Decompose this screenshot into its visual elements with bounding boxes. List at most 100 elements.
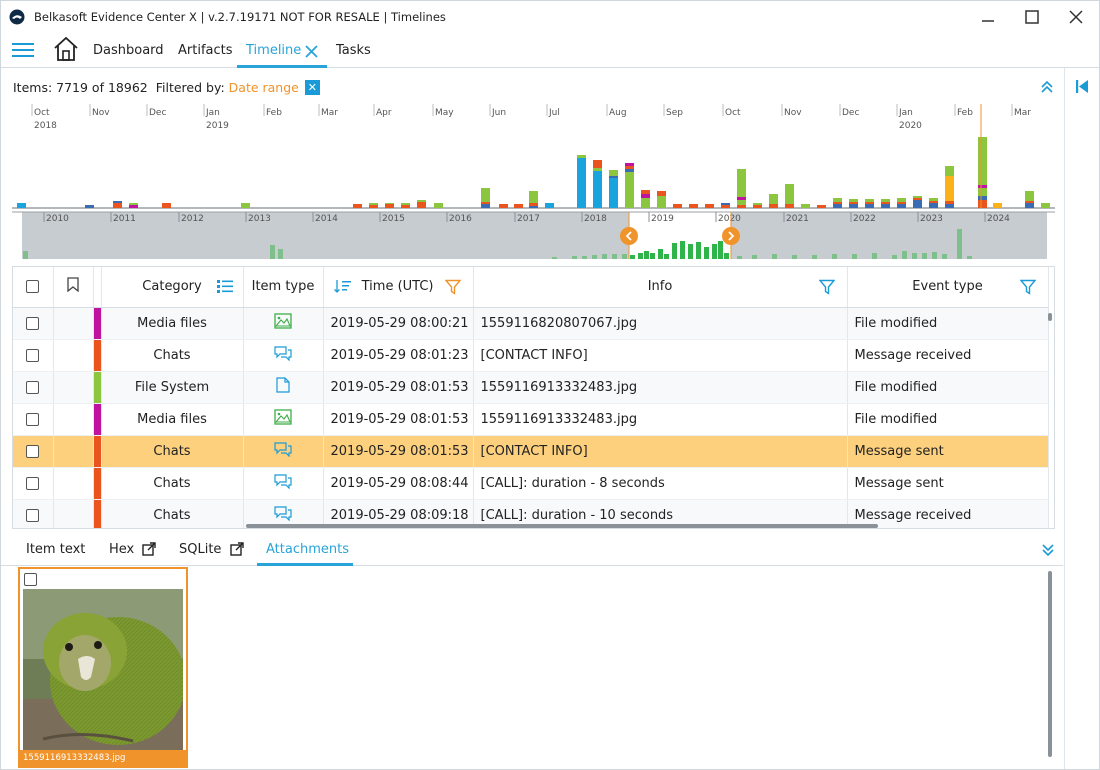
kakapo-image[interactable] [23,589,183,750]
tab-attachments[interactable]: Attachments [266,542,349,557]
row-bookmark-cell[interactable] [53,307,94,340]
tab-sqlite[interactable]: SQLite [179,542,221,557]
chevron-right-icon[interactable] [722,227,740,245]
row-bookmark-cell[interactable] [53,467,94,500]
home-icon[interactable] [53,36,79,62]
minimize-button[interactable] [973,5,1003,29]
attachment-thumbnail[interactable]: 1559116913332483.jpg [18,567,188,768]
range-left-handle[interactable] [620,227,638,245]
range-right-handle[interactable] [722,227,740,245]
timeline-bar-segment [945,176,954,201]
tab-timeline[interactable]: Timeline [246,43,301,58]
external-open-icon[interactable] [142,542,156,556]
item-type-header[interactable]: Item type [243,267,324,308]
category-color-header [93,267,102,308]
row-bookmark-cell[interactable] [53,435,94,468]
row-checkbox[interactable] [26,444,40,458]
category-color-bar [93,403,102,436]
row-bookmark-cell[interactable] [53,403,94,436]
timeline-bar-segment [481,204,490,208]
hamburger-menu-icon[interactable] [12,42,34,58]
remove-filter-icon[interactable]: ✕ [304,80,320,95]
timeline-bar-segment [689,204,698,208]
panel-collapse-icon[interactable] [1076,80,1089,93]
select-all-checkbox[interactable] [26,280,40,294]
tab-tasks[interactable]: Tasks [336,43,371,58]
table-row[interactable]: Chats 2019-05-29 08:08:44 [CALL]: duration… [13,467,1049,500]
chat-icon [274,442,292,461]
table-row[interactable]: Chats 2019-05-29 08:01:23 [CONTACT INFO] Me… [13,339,1049,372]
filter-active-icon[interactable] [444,279,461,295]
row-select-cell[interactable] [13,499,54,528]
attachment-checkbox[interactable] [24,573,37,586]
info-cell: 1559116913332483.jpg [473,403,848,436]
bookmark-header[interactable] [53,267,94,308]
row-select-cell[interactable] [13,467,54,500]
overview-density-bar [552,257,557,259]
chevron-left-icon[interactable] [620,227,638,245]
row-checkbox[interactable] [26,508,40,522]
timeline-bar-segment [113,203,122,208]
month-label: Mar [1014,108,1031,118]
overview-density-bar [852,254,857,259]
event-type-header[interactable]: Event type [847,267,1049,308]
time-header[interactable]: Time (UTC) [323,267,474,308]
bookmark-icon[interactable] [67,277,79,293]
row-checkbox[interactable] [26,476,40,490]
maximize-button[interactable] [1017,5,1047,29]
timeline-chart[interactable]: Oct 2018 Nov Dec Jan 2019 Feb Mar Apr May Jun Jul Au… [12,104,1055,260]
table-row[interactable]: Media files 2019-05-29 08:00:21 1559116820… [13,307,1049,340]
row-select-cell[interactable] [13,339,54,372]
category-header[interactable]: Category [101,267,244,308]
row-checkbox[interactable] [26,348,40,362]
list-view-icon[interactable] [216,280,233,293]
row-bookmark-cell[interactable] [53,499,94,528]
attachments-scrollbar[interactable] [1048,571,1052,757]
timeline-bar-segment [978,188,987,196]
row-select-cell[interactable] [13,307,54,340]
overview-density-bar [712,244,717,259]
events-grid: Category Item type Time (UTC) Info Event… [12,266,1055,529]
row-checkbox[interactable] [26,316,40,330]
sort-descending-icon[interactable] [333,279,352,294]
tab-hex[interactable]: Hex [109,542,134,557]
select-all-header[interactable] [13,267,54,308]
month-label: Dec [842,108,859,118]
tab-artifacts[interactable]: Artifacts [178,43,233,58]
overview-year-label: 2023 [920,214,943,224]
overview-year-label: 2014 [315,214,338,224]
tab-dashboard[interactable]: Dashboard [93,43,164,58]
month-label: Mar [321,108,338,118]
timeline-bar-segment [529,206,538,208]
month-label: Oct [34,108,50,118]
grid-horizontal-scrollbar[interactable] [246,524,878,528]
row-select-cell[interactable] [13,403,54,436]
timeline-bar-segment [609,170,618,176]
filter-icon[interactable] [1019,279,1036,295]
row-select-cell[interactable] [13,435,54,468]
collapse-up-icon[interactable] [1040,80,1054,94]
tab-item-text[interactable]: Item text [26,542,85,557]
table-row[interactable]: Chats 2019-05-29 08:01:53 [CONTACT INFO] Me… [13,435,1049,468]
overview-density-bar [932,252,937,259]
month-label: Dec [149,108,166,118]
close-button[interactable] [1061,5,1091,29]
date-range-filter[interactable]: Date range [229,80,299,95]
external-open-icon[interactable] [230,542,244,556]
info-header[interactable]: Info [473,267,848,308]
close-tab-icon[interactable] [305,45,318,58]
table-row[interactable]: Media files 2019-05-29 08:01:53 1559116913… [13,403,1049,436]
row-select-cell[interactable] [13,371,54,404]
filter-icon[interactable] [818,279,835,295]
overview-density-bar [752,255,757,259]
table-row[interactable]: File System 2019-05-29 08:01:53 1559116913… [13,371,1049,404]
row-bookmark-cell[interactable] [53,371,94,404]
grid-vertical-scrollbar[interactable] [1048,313,1052,523]
row-bookmark-cell[interactable] [53,339,94,372]
category-cell: Media files [101,403,244,436]
timeline-bar-segment [737,200,746,205]
row-checkbox[interactable] [26,380,40,394]
timeline-bar-segment [849,204,858,208]
row-checkbox[interactable] [26,412,40,426]
expand-down-icon[interactable] [1041,543,1055,557]
